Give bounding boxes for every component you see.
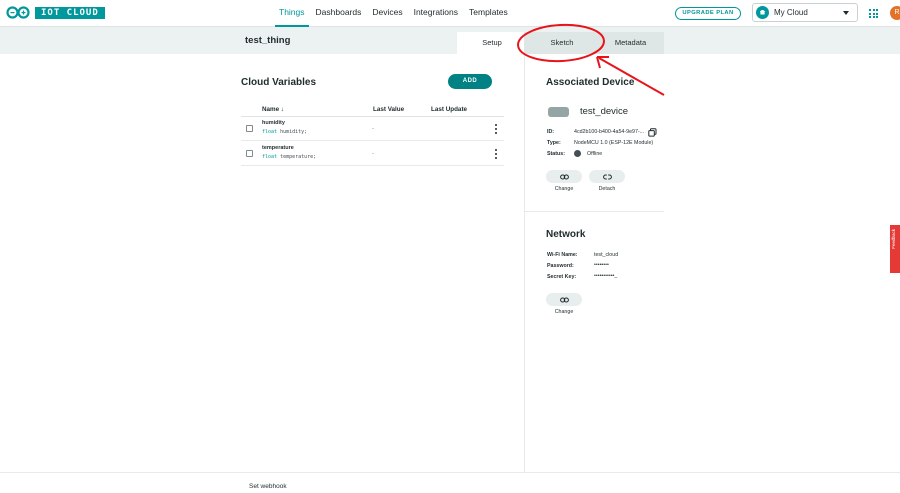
copy-icon[interactable] (648, 128, 657, 137)
detach-device-label: Detach (598, 186, 616, 192)
set-webhook-link[interactable]: Set webhook (249, 483, 287, 490)
more-options-icon[interactable] (495, 149, 498, 159)
thing-title: test_thing (245, 35, 291, 46)
brand-label: IOT CLOUD (35, 6, 105, 19)
device-name[interactable]: test_device (580, 106, 628, 117)
apps-grid-icon[interactable] (869, 9, 878, 18)
arduino-infinity-icon (6, 6, 30, 19)
wifi-name-value: test_cloud (594, 252, 619, 258)
change-device-label: Change (554, 186, 574, 192)
nav-templates[interactable]: Templates (465, 0, 512, 27)
nav-dashboards[interactable]: Dashboards (312, 0, 366, 27)
column-header-last-update: Last Update (431, 106, 468, 113)
detach-device-button[interactable] (589, 170, 625, 183)
row-checkbox[interactable] (246, 125, 253, 132)
device-id-value: 4cd2b100-b400-4a54-9e97-... (574, 129, 645, 135)
upgrade-plan-button[interactable]: UPGRADE PLAN (675, 7, 741, 20)
top-navigation-bar: IOT CLOUD Things Dashboards Devices Inte… (0, 0, 900, 27)
change-network-label: Change (554, 309, 574, 315)
table-row[interactable]: temperature float temperature; - (241, 142, 504, 166)
variable-declaration: float temperature; (262, 154, 317, 160)
tab-sketch[interactable]: Sketch (524, 32, 600, 54)
device-board-icon (548, 107, 569, 117)
panel-divider (524, 54, 525, 472)
change-network-button[interactable] (546, 293, 582, 306)
change-device-button[interactable] (546, 170, 582, 183)
password-value: •••••••• (594, 262, 609, 268)
network-title: Network (546, 229, 586, 240)
feedback-label: Feedback (891, 229, 896, 249)
variable-last-value: - (372, 151, 374, 157)
row-checkbox[interactable] (246, 150, 253, 157)
device-type-value: NodeMCU 1.0 (ESP-12E Module) (574, 140, 654, 146)
link-icon (559, 297, 569, 302)
more-options-icon[interactable] (495, 124, 498, 134)
tab-metadata[interactable]: Metadata (597, 32, 664, 54)
device-type-label: Type: (547, 140, 561, 146)
associated-device-title: Associated Device (546, 77, 635, 88)
variable-last-value: - (372, 126, 374, 132)
home-icon (756, 6, 769, 19)
link-icon (559, 174, 569, 179)
variable-name: humidity (262, 120, 285, 126)
wifi-name-label: Wi-Fi Name: (547, 252, 578, 258)
column-header-name[interactable]: Name ↓ (262, 106, 284, 113)
variable-declaration: float humidity; (262, 129, 308, 135)
nav-devices[interactable]: Devices (368, 0, 406, 27)
annotation-arrow-head (596, 56, 609, 69)
device-status-label: Status: (547, 151, 565, 157)
status-indicator (574, 150, 581, 157)
column-header-last-value: Last Value (373, 106, 405, 113)
nav-things[interactable]: Things (275, 0, 309, 27)
cloud-variables-title: Cloud Variables (241, 77, 317, 88)
section-divider (525, 211, 664, 212)
add-variable-button[interactable]: ADD (448, 74, 492, 89)
table-row[interactable]: humidity float humidity; - (241, 117, 504, 141)
footer-divider (0, 472, 900, 473)
password-label: Password: (547, 263, 574, 269)
unlink-icon (602, 174, 612, 179)
main-nav: Things Dashboards Devices Integrations T… (275, 0, 515, 27)
space-selector[interactable]: My Cloud (752, 3, 858, 22)
nav-integrations[interactable]: Integrations (410, 0, 462, 27)
annotation-overlay (517, 23, 665, 96)
device-id-label: ID: (547, 129, 555, 135)
secret-key-label: Secret Key: (547, 274, 577, 280)
logo[interactable]: IOT CLOUD (6, 6, 105, 19)
tab-setup[interactable]: Setup (457, 32, 527, 54)
variable-name: temperature (262, 145, 294, 151)
thing-header: test_thing Setup Sketch Metadata (0, 27, 900, 54)
chevron-down-icon (843, 11, 849, 15)
space-label: My Cloud (774, 8, 808, 17)
secret-key-value: •••••••••••_ (594, 273, 618, 279)
avatar[interactable]: R (890, 6, 900, 20)
feedback-tab[interactable]: Feedback (890, 225, 900, 273)
device-status-value: Offline (587, 151, 603, 157)
